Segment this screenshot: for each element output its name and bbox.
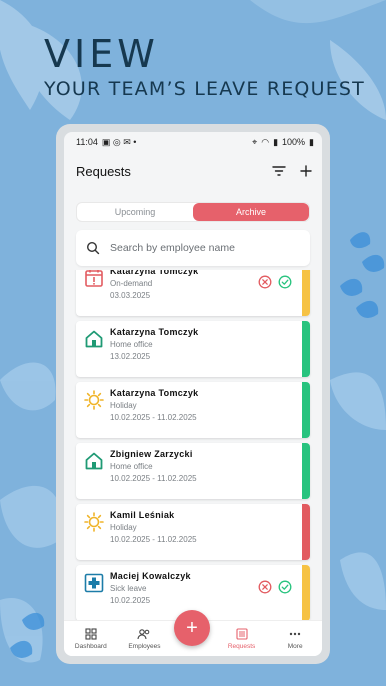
status-stripe: [302, 382, 310, 438]
nav-label: Employees: [128, 642, 161, 650]
nav-label: More: [287, 642, 303, 650]
leave-date: 10.02.2025 - 11.02.2025: [110, 535, 197, 544]
location-icon: ⌖: [252, 136, 258, 147]
filter-icon[interactable]: [272, 165, 286, 177]
reject-icon[interactable]: [258, 580, 272, 594]
leave-type: Sick leave: [110, 584, 147, 593]
wifi-icon: ◠: [261, 136, 270, 147]
nav-label: Dashboard: [74, 642, 107, 650]
status-stripe: [302, 270, 310, 316]
search-input[interactable]: [110, 242, 300, 254]
nav-more[interactable]: More: [272, 628, 318, 650]
status-stripe: [302, 565, 310, 621]
leave-date: 13.02.2025: [110, 352, 151, 361]
app-bar: Requests: [64, 152, 322, 190]
home-icon: [84, 329, 104, 349]
search-bar: [76, 230, 310, 266]
promo-title: VIEW: [44, 32, 159, 76]
employee-name: Katarzyna Tomczyk: [110, 388, 199, 398]
request-card[interactable]: Katarzyna Tomczyk Holiday 10.02.2025 - 1…: [76, 382, 310, 438]
add-request-button[interactable]: +: [174, 610, 210, 646]
leave-date: 10.02.2025 - 11.02.2025: [110, 413, 197, 422]
promo-subtitle: YOUR TEAM’S LEAVE REQUEST: [44, 78, 365, 100]
nav-dashboard[interactable]: Dashboard: [68, 627, 114, 650]
app-screen: 11:04 ▣ ◎ ✉ • ⌖ ◠ ▮ 100% ▮ Requests Upco…: [64, 132, 322, 656]
status-stripe: [302, 321, 310, 377]
leave-type: Holiday: [110, 401, 137, 410]
phone-frame: 11:04 ▣ ◎ ✉ • ⌖ ◠ ▮ 100% ▮ Requests Upco…: [56, 124, 330, 664]
sun-icon: [84, 390, 104, 410]
approve-icon[interactable]: [278, 580, 292, 594]
page-title: Requests: [76, 163, 131, 179]
battery-percent: 100%: [282, 137, 306, 147]
employee-name: Kamil Leśniak: [110, 510, 175, 520]
leave-type: Home office: [110, 462, 153, 471]
leave-date: 10.02.2025 - 11.02.2025: [110, 474, 197, 483]
calendar-alert-icon: [84, 270, 104, 288]
plus-icon[interactable]: [300, 165, 312, 177]
sun-icon: [84, 512, 104, 532]
dashboard-icon: [85, 627, 97, 640]
employee-name: Katarzyna Tomczyk: [110, 270, 199, 276]
notification-icons: ▣ ◎ ✉ •: [101, 136, 137, 147]
battery-icon: ▮: [309, 136, 314, 147]
home-icon: [84, 451, 104, 471]
status-stripe: [302, 443, 310, 499]
nav-label: Requests: [227, 642, 256, 650]
people-icon: [137, 628, 150, 639]
signal-icon: ▮: [273, 136, 279, 147]
more-icon: [289, 632, 301, 635]
leave-type: Home office: [110, 340, 153, 349]
request-card[interactable]: Kamil Leśniak Holiday 10.02.2025 - 11.02…: [76, 504, 310, 560]
request-list: Katarzyna Tomczyk On-demand 03.03.2025 K…: [64, 270, 322, 656]
tabs: Upcoming Archive: [76, 202, 310, 222]
employee-name: Zbigniew Zarzycki: [110, 449, 193, 459]
promo-headline: VIEW YOUR TEAM’S LEAVE REQUEST: [44, 34, 365, 100]
request-card[interactable]: Katarzyna Tomczyk Home office 13.02.2025: [76, 321, 310, 377]
approve-icon[interactable]: [278, 275, 292, 289]
status-bar: 11:04 ▣ ◎ ✉ • ⌖ ◠ ▮ 100% ▮: [64, 132, 322, 152]
leave-date: 10.02.2025: [110, 596, 151, 605]
nav-employees[interactable]: Employees: [121, 628, 167, 650]
leave-type: Holiday: [110, 523, 137, 532]
status-stripe: [302, 504, 310, 560]
employee-name: Katarzyna Tomczyk: [110, 327, 199, 337]
leave-date: 03.03.2025: [110, 291, 151, 300]
tab-archive[interactable]: Archive: [193, 203, 309, 221]
tab-upcoming[interactable]: Upcoming: [77, 203, 193, 221]
request-card[interactable]: Katarzyna Tomczyk On-demand 03.03.2025: [76, 270, 310, 316]
medical-cross-icon: [84, 573, 104, 593]
nav-requests[interactable]: Requests: [219, 627, 265, 650]
employee-name: Maciej Kowalczyk: [110, 571, 191, 581]
request-card[interactable]: Zbigniew Zarzycki Home office 10.02.2025…: [76, 443, 310, 499]
status-time: 11:04: [76, 137, 98, 147]
search-icon: [86, 241, 100, 255]
list-icon: [236, 627, 248, 640]
reject-icon[interactable]: [258, 275, 272, 289]
leave-type: On-demand: [110, 279, 153, 288]
